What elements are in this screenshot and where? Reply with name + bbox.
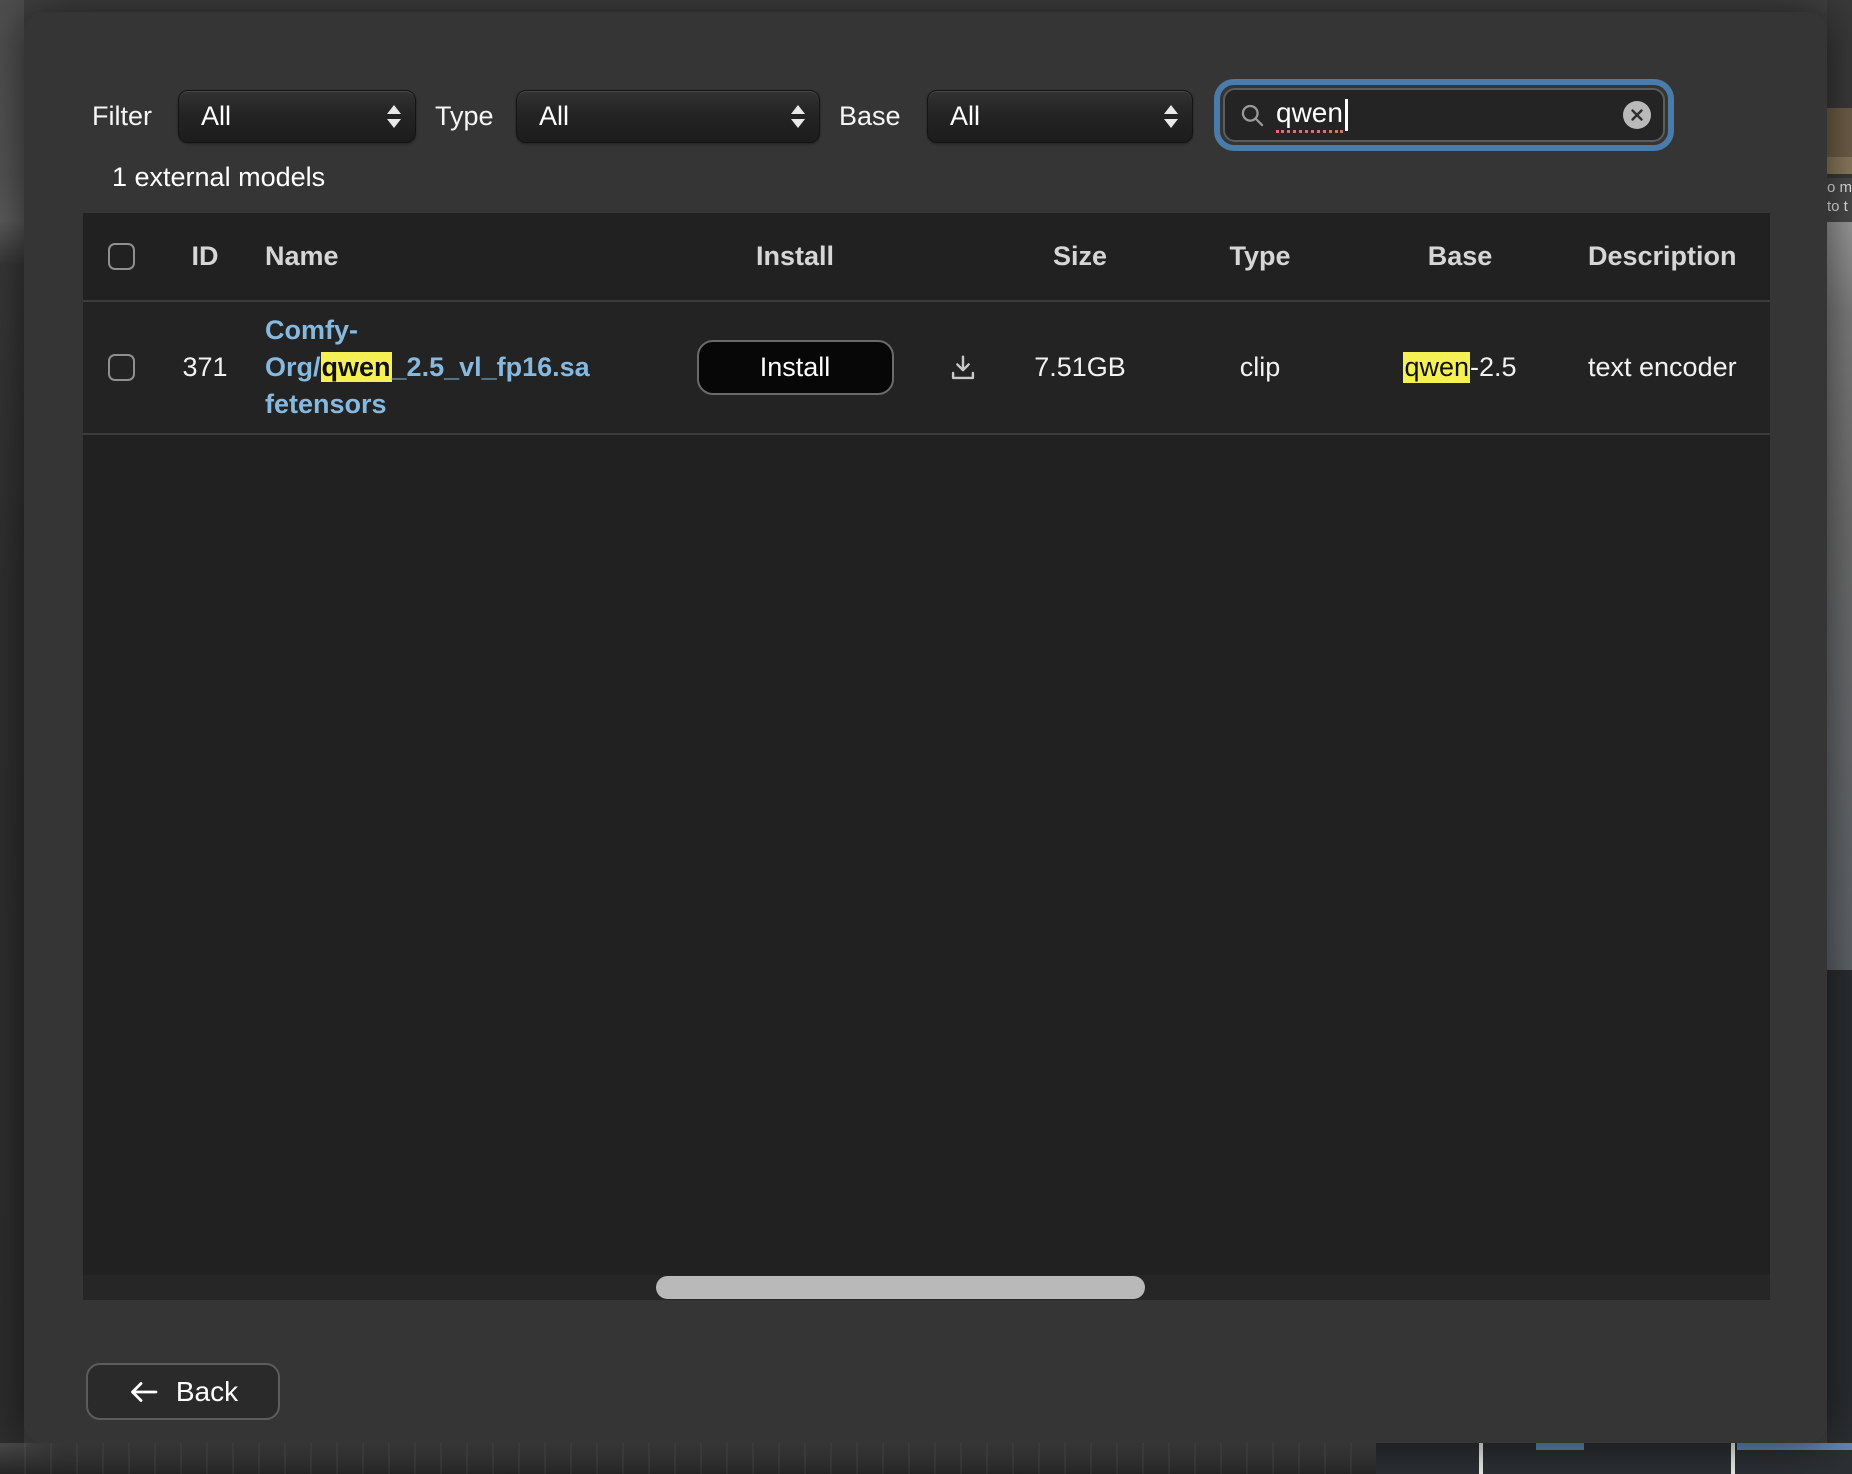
row-checkbox[interactable] <box>108 354 135 381</box>
header-download <box>925 213 1000 300</box>
background-node-edge <box>1479 1443 1483 1474</box>
header-id: ID <box>191 241 219 271</box>
background-blue-bar <box>1737 1443 1852 1450</box>
background-tan-band <box>1827 108 1852 157</box>
header-type: Type <box>1229 241 1291 271</box>
chevron-updown-icon <box>1164 105 1178 128</box>
model-id: 371 <box>182 352 228 382</box>
filter-label: Filter <box>92 101 152 131</box>
model-manager-dialog: Filter All Type All Base All qwen 1 exte… <box>24 12 1827 1443</box>
header-description: Description <box>1588 241 1737 271</box>
back-button-label: Back <box>175 1375 239 1407</box>
scrollbar-thumb[interactable] <box>656 1276 1145 1299</box>
search-focus-ring: qwen <box>1214 79 1674 151</box>
background-glow <box>1827 222 1852 970</box>
header-install: Install <box>755 241 835 271</box>
chevron-updown-icon <box>791 105 805 128</box>
background-node-edge <box>1731 1443 1735 1474</box>
install-button[interactable]: Install <box>696 340 894 395</box>
horizontal-scrollbar[interactable] <box>83 1275 1770 1300</box>
back-arrow-icon <box>128 1379 160 1405</box>
search-input-text: qwen <box>1276 97 1343 133</box>
models-table: ID Name Install Size Type Base Descripti… <box>83 213 1770 1300</box>
model-size: 7.51GB <box>1034 352 1126 382</box>
text-caret <box>1344 99 1348 131</box>
background-khaki-band <box>1827 157 1852 174</box>
background-dark-panel <box>1827 970 1852 1474</box>
search-input[interactable]: qwen <box>1223 88 1665 142</box>
clear-search-button[interactable] <box>1623 101 1651 129</box>
back-button[interactable]: Back <box>86 1363 280 1420</box>
chevron-updown-icon <box>387 105 401 128</box>
header-name: Name <box>265 241 339 271</box>
base-select-value: All <box>950 101 981 131</box>
type-select[interactable]: All <box>516 90 820 143</box>
type-select-value: All <box>539 101 570 131</box>
header-size: Size <box>1052 241 1108 271</box>
results-count: 1 external models <box>112 162 326 192</box>
header-base: Base <box>1427 241 1493 271</box>
background-page-right: o m to t <box>1827 0 1852 1474</box>
search-icon <box>1239 102 1266 129</box>
model-type: clip <box>1239 352 1281 382</box>
filter-select-value: All <box>201 101 232 131</box>
search-match-highlight: qwen <box>1403 352 1470 383</box>
background-blue-bar <box>1536 1443 1584 1450</box>
background-text-fragment: o m to t <box>1827 178 1852 222</box>
base-label: Base <box>839 101 901 131</box>
download-icon[interactable] <box>946 351 980 385</box>
model-description: text encoder <box>1588 352 1737 382</box>
background-page-left <box>0 0 24 1474</box>
table-header-row: ID Name Install Size Type Base Descripti… <box>83 213 1770 302</box>
base-select[interactable]: All <box>927 90 1193 143</box>
search-match-highlight: qwen <box>320 352 392 382</box>
model-base: qwen -2.5 <box>1403 352 1517 383</box>
background-page-top <box>0 0 1852 12</box>
table-row: 371 Comfy- Org/qwen_2.5_vl_fp16.sa feten… <box>83 302 1770 435</box>
model-name-link[interactable]: Comfy- Org/qwen_2.5_vl_fp16.sa fetensors <box>265 312 590 423</box>
filter-select[interactable]: All <box>178 90 416 143</box>
select-all-checkbox[interactable] <box>108 243 135 270</box>
type-label: Type <box>435 101 494 131</box>
background-canvas-strip <box>0 1443 1852 1474</box>
